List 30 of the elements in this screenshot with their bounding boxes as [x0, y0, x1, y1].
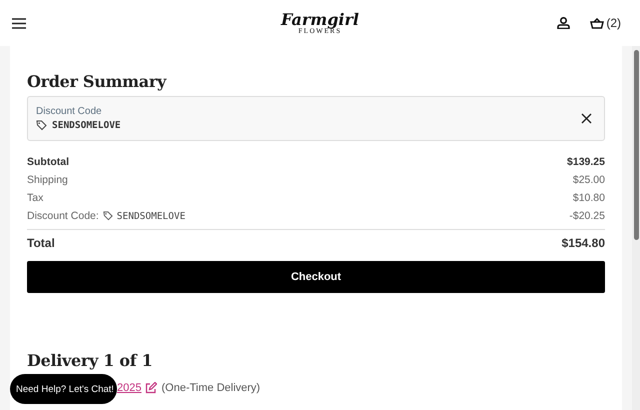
- line-amount: $25.00: [572, 174, 605, 186]
- checkout-button[interactable]: Checkout: [27, 261, 605, 293]
- section-title: Order Summary: [27, 72, 168, 91]
- account-icon[interactable]: [557, 17, 570, 29]
- total-amount: $154.80: [562, 236, 605, 250]
- delivery-note: (One-Time Delivery): [161, 382, 260, 394]
- discount-field[interactable]: Discount Code SENDSOMELOVE: [27, 96, 605, 141]
- line-label: Subtotal: [27, 156, 69, 168]
- line-amount: $10.80: [572, 192, 605, 204]
- line-amount: $139.25: [567, 156, 605, 168]
- tag-icon: [36, 120, 47, 131]
- field-label: Discount Code: [36, 106, 103, 117]
- line-amount: -$20.25: [569, 210, 605, 222]
- chat-button[interactable]: Need Help? Let's Chat!: [10, 374, 117, 404]
- close-icon[interactable]: [581, 113, 592, 124]
- section-title: Delivery 1 of 1: [27, 351, 154, 370]
- edit-icon[interactable]: [145, 382, 158, 394]
- menu-icon[interactable]: [12, 18, 26, 28]
- scrollbar-thumb[interactable]: [634, 50, 638, 240]
- discount-code: SENDSOMELOVE: [116, 210, 186, 222]
- date-link[interactable]: 2025: [117, 382, 142, 394]
- line-label: Discount Code:: [27, 210, 99, 222]
- logo-text[interactable]: Farmgirl: [281, 12, 359, 28]
- tag-icon: [102, 211, 113, 221]
- total-label: Total: [27, 236, 55, 250]
- discount-code: SENDSOMELOVE: [52, 120, 121, 131]
- cart-count[interactable]: (2): [606, 16, 621, 30]
- basket-icon[interactable]: [590, 18, 604, 28]
- line-label: Shipping: [27, 174, 68, 186]
- line-label: Tax: [27, 192, 44, 204]
